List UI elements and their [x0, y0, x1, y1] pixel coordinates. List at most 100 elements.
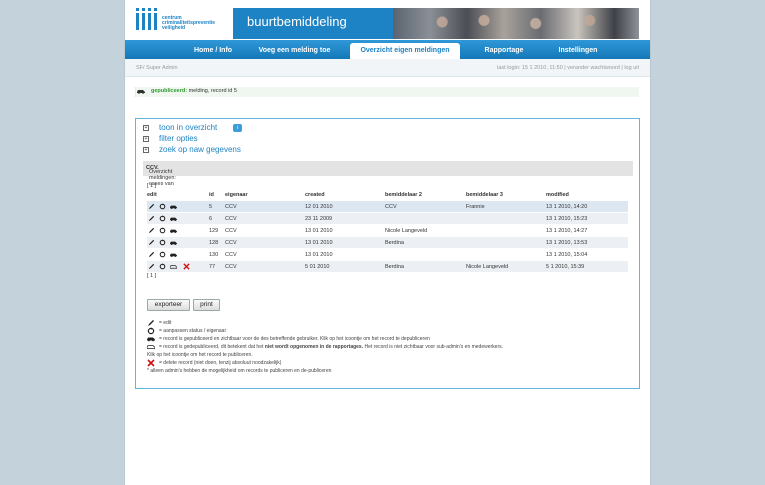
notice-text: gepubliceerd: melding, record id 5: [151, 88, 237, 94]
col-modified[interactable]: modified: [546, 192, 569, 198]
table-row[interactable]: 130 CCV 13 01 2010 13 1 2010, 15:04: [147, 249, 628, 260]
page-container: centrum criminaliteitspreventie veilighe…: [124, 0, 651, 485]
table-row[interactable]: 6 CCV 23 11 2009 13 1 2010, 15:23: [147, 213, 628, 224]
delete-x-icon[interactable]: [183, 263, 190, 270]
toggle-filter-options-label[interactable]: filter opties: [159, 134, 198, 143]
published-car-icon[interactable]: [170, 203, 177, 210]
delete-x-icon: [147, 359, 155, 367]
session-links[interactable]: last login: 15 1 2010, 11:50 | verander …: [497, 65, 639, 71]
notice-status: gepubliceerd:: [151, 88, 188, 94]
logo-line-3: veiligheid: [162, 25, 186, 31]
unpublished-car-icon[interactable]: [170, 263, 177, 270]
legend-unpublished-c: Het record is niet zichtbaar voor sub-ad…: [363, 344, 504, 350]
user-bar: SF/ Super Admin last login: 15 1 2010, 1…: [125, 59, 650, 77]
status-cycle-icon[interactable]: [159, 263, 166, 270]
table-row[interactable]: 77 CCV 5 01 2010 Berdina Nicole Langeveld 5 1…: [147, 261, 628, 272]
status-cycle-icon[interactable]: [159, 215, 166, 222]
table-row[interactable]: 129 CCV 13 01 2010 Nicole Langeveld 13 1 201…: [147, 225, 628, 236]
cell-owner: CCV: [225, 252, 237, 258]
col-mediator-2[interactable]: bemiddelaar 2: [385, 192, 422, 198]
cell-owner: CCV: [225, 264, 237, 270]
cell-created: 13 01 2010: [305, 228, 333, 234]
site-title: buurtbemiddeling: [247, 14, 347, 29]
published-car-icon: [147, 337, 155, 342]
status-cycle-icon[interactable]: [159, 203, 166, 210]
cell-created: 13 01 2010: [305, 240, 333, 246]
ccv-logo-mark: [135, 8, 159, 30]
status-cycle-icon[interactable]: [159, 239, 166, 246]
cell-id: 6: [209, 216, 213, 222]
cell-modified: 5 1 2010, 15:39: [546, 264, 585, 270]
print-button[interactable]: print: [193, 299, 220, 311]
cell-id: 129: [209, 228, 219, 234]
overview-text: Overzicht meldingen: cases van CCV.: [146, 165, 176, 187]
legend-note: * alleen admin's hebben de mogelijkheid …: [147, 368, 332, 374]
status-notice: gepubliceerd: melding, record id 5: [135, 87, 639, 97]
reports-panel: + toon in overzicht i + filter opties + …: [135, 118, 640, 389]
ccv-logo[interactable]: centrum criminaliteitspreventie veilighe…: [135, 8, 225, 34]
edit-pencil-icon[interactable]: [148, 203, 155, 210]
toggle-search-naw-label[interactable]: zoek op naw gegevens: [159, 145, 241, 154]
info-icon[interactable]: i: [233, 124, 242, 132]
legend-unpublished: = record is gedepubliceerd, dit betekent…: [159, 344, 503, 350]
expand-plus-icon[interactable]: +: [143, 125, 149, 131]
main-nav: Home / Info Voeg een melding toe Overzic…: [125, 40, 650, 59]
legend-delete: = delete record (niet doen, tenzij absol…: [159, 360, 282, 366]
export-button[interactable]: exporteer: [147, 299, 190, 311]
cell-modified: 13 1 2010, 15:23: [546, 216, 588, 222]
nav-own-reports[interactable]: Overzicht eigen meldingen: [350, 43, 460, 59]
col-created[interactable]: created: [305, 192, 325, 198]
status-cycle-icon[interactable]: [159, 227, 166, 234]
cell-created: 23 11 2009: [305, 216, 333, 222]
cell-modified: 13 1 2010, 14:27: [546, 228, 588, 234]
col-id[interactable]: id: [209, 192, 214, 198]
cell-id: 5: [209, 204, 213, 210]
nav-add-report[interactable]: Voeg een melding toe: [249, 43, 340, 59]
legend-unpublished-b: niet wordt opgenomen in de rapportages.: [264, 344, 364, 350]
nav-home-info[interactable]: Home / Info: [180, 43, 246, 59]
cell-created: 12 01 2010: [305, 204, 333, 210]
table-header: edit id eigenaar created bemiddelaar 2 b…: [147, 192, 628, 201]
cell-owner: CCV: [225, 228, 237, 234]
col-mediator-3[interactable]: bemiddelaar 3: [466, 192, 503, 198]
ccv-logo-text: centrum criminaliteitspreventie veilighe…: [162, 16, 215, 31]
pager-bottom[interactable]: [ 1 ]: [147, 273, 156, 279]
col-edit: edit: [147, 192, 157, 198]
site-header: centrum criminaliteitspreventie veilighe…: [125, 0, 650, 40]
pager-top[interactable]: [ 1 ]: [147, 183, 156, 189]
expand-plus-icon[interactable]: +: [143, 147, 149, 153]
cell-mediator-2: CCV: [385, 204, 397, 210]
expand-plus-icon[interactable]: +: [143, 136, 149, 142]
published-car-icon[interactable]: [170, 227, 177, 234]
status-cycle-icon[interactable]: [159, 251, 166, 258]
cell-owner: CCV: [225, 204, 237, 210]
published-car-icon[interactable]: [170, 239, 177, 246]
cell-id: 128: [209, 240, 219, 246]
cell-modified: 13 1 2010, 15:04: [546, 252, 588, 258]
edit-pencil-icon[interactable]: [148, 215, 155, 222]
col-owner[interactable]: eigenaar: [225, 192, 248, 198]
cell-mediator-3: Frannie: [466, 204, 485, 210]
table-row[interactable]: 5 CCV 12 01 2010 CCV Frannie 13 1 2010, 14:20: [147, 201, 628, 212]
cell-mediator-2: Berdina: [385, 264, 404, 270]
edit-pencil-icon[interactable]: [148, 227, 155, 234]
edit-pencil-icon[interactable]: [148, 263, 155, 270]
published-car-icon[interactable]: [170, 251, 177, 258]
table-row[interactable]: 128 CCV 13 01 2010 Berdina 13 1 2010, 13:53: [147, 237, 628, 248]
cell-modified: 13 1 2010, 14:20: [546, 204, 588, 210]
published-car-icon[interactable]: [170, 215, 177, 222]
cell-id: 77: [209, 264, 216, 270]
cell-mediator-3: Nicole Langeveld: [466, 264, 509, 270]
edit-pencil-icon[interactable]: [148, 239, 155, 246]
nav-settings[interactable]: Instellingen: [543, 43, 613, 59]
edit-pencil-icon[interactable]: [148, 251, 155, 258]
toggle-show-overview-label[interactable]: toon in overzicht: [159, 123, 217, 132]
cell-owner: CCV: [225, 240, 237, 246]
cell-created: 13 01 2010: [305, 252, 333, 258]
published-car-icon: [137, 90, 145, 94]
notice-message: melding, record id 5: [187, 88, 237, 94]
legend-status: = aanpassen status / eigenaar: [159, 328, 227, 334]
nav-reporting[interactable]: Rapportage: [469, 43, 539, 59]
overview-header: Overzicht meldingen: cases van CCV.: [143, 161, 633, 187]
cell-created: 5 01 2010: [305, 264, 330, 270]
